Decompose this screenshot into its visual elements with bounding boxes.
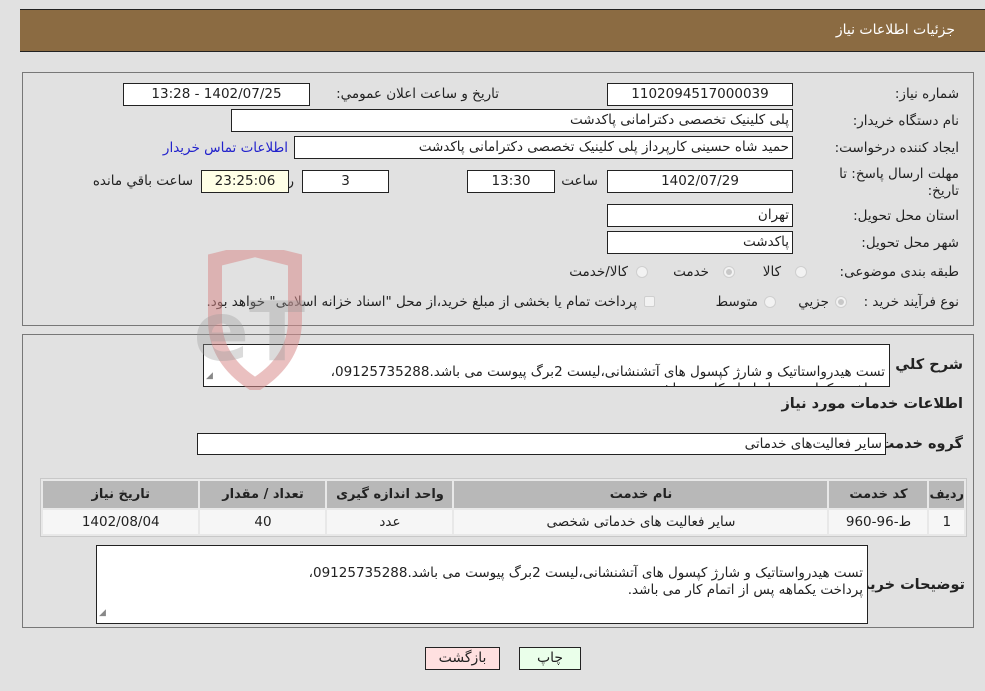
buyer-notes-textarea[interactable]: تست هیدرواستاتیک و شارژ کپسول های آتشنشا… [96,545,868,624]
deadline-label-2: تاریخ: [927,183,959,199]
service-group-label: گروه خدمت: [873,436,963,452]
need-number-label: شماره نیاز: [894,86,959,102]
treasury-checkbox[interactable] [644,296,655,307]
services-table: ردیف کد خدمت نام خدمت واحد اندازه گیری ت… [40,478,967,537]
process-minor-label: جزيي [798,294,829,310]
col-row-number: ردیف [929,481,964,508]
need-info-panel: شماره نیاز: 1102094517000039 تاریخ و ساع… [22,72,974,326]
col-unit: واحد اندازه گیری [327,481,453,508]
category-radio-goods[interactable] [795,266,807,278]
service-group-field: سایر فعالیت‌های خدماتی [197,433,886,455]
buyer-notes-text: تست هیدرواستاتیک و شارژ کپسول های آتشنشا… [308,565,863,598]
services-section-title: اطلاعات خدمات مورد نیاز [781,396,963,412]
cell-unit: عدد [327,510,453,534]
cell-service-code: ط-96-960 [829,510,928,534]
col-service-code: کد خدمت [829,481,928,508]
category-radio-service[interactable] [723,266,735,278]
cell-need-date: 1402/08/04 [43,510,199,534]
cell-quantity: 40 [200,510,326,534]
city-field: پاکدشت [607,231,793,254]
print-button[interactable]: چاپ [519,647,581,670]
cell-row-number: 1 [929,510,964,534]
category-radio-goods-service[interactable] [636,266,648,278]
process-radio-minor[interactable] [835,296,847,308]
purchase-process-label: نوع فرآیند خرید : [863,294,959,310]
need-number-field: 1102094517000039 [607,83,793,106]
back-button[interactable]: بازگشت [425,647,500,670]
city-label: شهر محل تحویل: [861,235,959,251]
process-radio-medium[interactable] [764,296,776,308]
process-medium-label: متوسط [715,294,758,310]
buyer-contact-link[interactable]: اطلاعات تماس خریدار [163,140,288,156]
time-remaining-label: ساعت باقي مانده [92,173,193,189]
need-details-panel: شرح کلي نیاز: تست هیدرواستاتیک و شارژ کپ… [22,334,974,628]
description-textarea[interactable]: تست هیدرواستاتیک و شارژ کپسول های آتشنشا… [203,344,890,387]
resize-grip-icon[interactable]: ◢ [99,605,106,622]
deadline-label: مهلت ارسال پاسخ: تا [839,166,959,182]
time-remaining-field: 23:25:06 [201,170,289,193]
announce-date-field: 1402/07/25 - 13:28 [123,83,310,106]
col-quantity: تعداد / مقدار [200,481,326,508]
category-label: طبقه بندی موضوعی: [839,264,959,280]
description-text: تست هیدرواستاتیک و شارژ کپسول های آتشنشا… [330,364,885,386]
province-field: تهران [607,204,793,227]
category-goods-label: کالا [762,264,781,280]
deadline-time-field: 13:30 [467,170,555,193]
category-goods-service-label: کالا/خدمت [569,264,628,280]
category-service-label: خدمت [673,264,709,280]
cell-service-name: سایر فعالیت های خدماتی شخصی [454,510,828,534]
days-remaining-field: 3 [302,170,389,193]
col-need-date: تاریخ نیاز [43,481,199,508]
col-service-name: نام خدمت [454,481,828,508]
page-header: جزئیات اطلاعات نیاز [20,9,985,52]
resize-grip-icon[interactable]: ◢ [206,368,213,385]
table-header-row: ردیف کد خدمت نام خدمت واحد اندازه گیری ت… [43,481,964,508]
buyer-org-field: پلی کلینیک تخصصی دکترامانی پاکدشت [231,109,793,132]
treasury-checkbox-label: پرداخت تمام یا بخشی از مبلغ خرید،از محل … [206,294,637,310]
buyer-org-label: نام دستگاه خریدار: [852,113,959,129]
page-title: جزئیات اطلاعات نیاز [835,22,955,38]
deadline-time-label: ساعت [561,173,598,189]
creator-field: حمید شاه حسینی کارپرداز پلی کلینیک تخصصی… [294,136,793,159]
province-label: استان محل تحویل: [853,208,959,224]
creator-label: ایجاد کننده درخواست: [834,140,959,156]
table-row: 1 ط-96-960 سایر فعالیت های خدماتی شخصی ع… [43,510,964,534]
deadline-date-field: 1402/07/29 [607,170,793,193]
announce-date-label: تاریخ و ساعت اعلان عمومي: [336,86,499,102]
